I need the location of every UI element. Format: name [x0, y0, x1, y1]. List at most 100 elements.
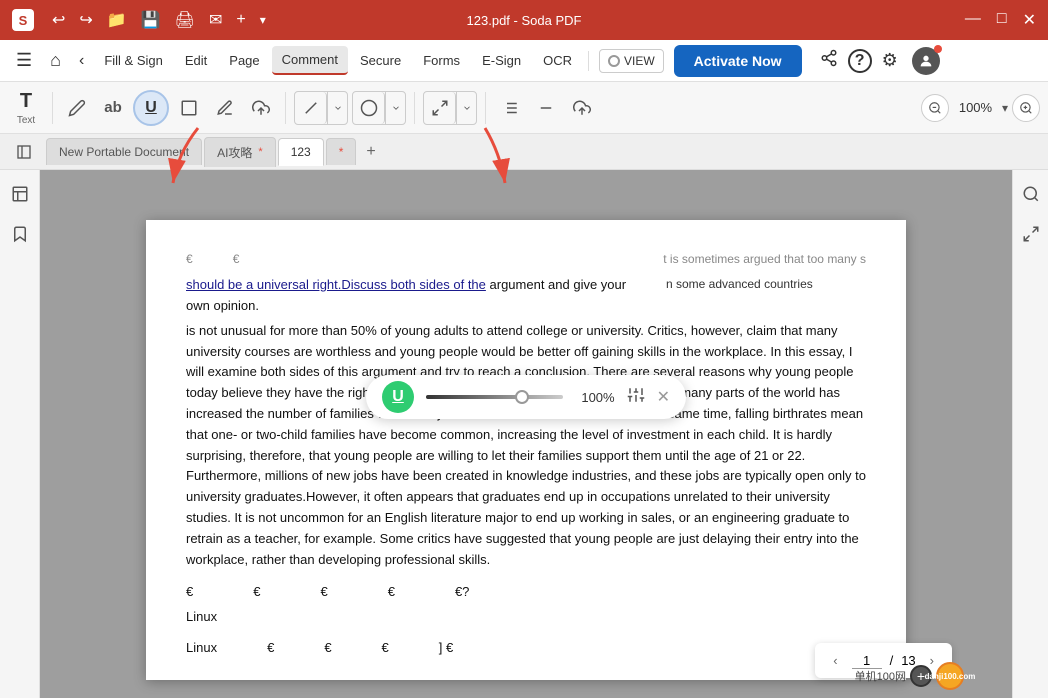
menu-forms[interactable]: Forms: [413, 47, 470, 74]
euro-8: €: [267, 638, 274, 659]
adjust-icon[interactable]: [627, 386, 645, 409]
tool-separator-4: [485, 92, 486, 124]
rectangle-tool[interactable]: [173, 92, 205, 124]
notification-badge: [934, 45, 942, 53]
shape-tool-expand[interactable]: [385, 92, 405, 124]
close-icon[interactable]: ✕: [1023, 10, 1036, 30]
line-tool-group: [294, 91, 348, 125]
expand-tool-expand[interactable]: [456, 92, 476, 124]
tab-ai[interactable]: AI攻略 *: [204, 137, 276, 167]
tab-123[interactable]: 123: [278, 138, 324, 166]
pdf-body-text: is not unusual for more than 50% of youn…: [186, 321, 866, 571]
open-icon[interactable]: 📁: [107, 10, 127, 30]
left-panel-bookmark[interactable]: [4, 218, 36, 250]
euro-1: €: [186, 250, 193, 269]
share-icon[interactable]: [812, 43, 846, 78]
zoom-out-button[interactable]: [921, 94, 949, 122]
menu-fill-sign[interactable]: Fill & Sign: [94, 47, 173, 74]
back-button[interactable]: ‹: [71, 46, 92, 76]
save-icon[interactable]: 💾: [141, 10, 161, 30]
tab-new-portable[interactable]: New Portable Document: [46, 138, 202, 165]
menu-bar: ☰ ⌂ ‹ Fill & Sign Edit Page Comment Secu…: [0, 40, 1048, 82]
underline-toolbar: U 100% ✕: [366, 375, 686, 419]
avatar[interactable]: [912, 47, 940, 75]
text-tool[interactable]: T Text: [8, 86, 44, 130]
pdf-linux-row: Linux € € € ] €: [186, 638, 866, 659]
tab-empty[interactable]: *: [326, 138, 357, 165]
panel-toggle-btn[interactable]: [8, 136, 40, 168]
zoom-controls: 100% ▾: [921, 94, 1040, 122]
title-text: 123.pdf - Soda PDF: [467, 13, 582, 28]
bottom-logo: 单机100网 + danji100.com: [855, 662, 964, 690]
redo-icon[interactable]: ↪: [79, 10, 92, 30]
hamburger-menu[interactable]: ☰: [8, 44, 40, 77]
opacity-slider[interactable]: [426, 395, 563, 399]
euro-3: €: [186, 582, 193, 603]
add-icon[interactable]: +: [236, 11, 245, 29]
text-comment-tool[interactable]: [494, 92, 526, 124]
underline-icon-label: U: [392, 388, 404, 406]
toolbar: T Text ab U: [0, 82, 1048, 134]
menu-secure[interactable]: Secure: [350, 47, 411, 74]
menu-esign[interactable]: E-Sign: [472, 47, 531, 74]
add-tab-button[interactable]: +: [358, 139, 383, 165]
slider-thumb: [515, 390, 529, 404]
euro-9: €: [324, 638, 331, 659]
activate-button[interactable]: Activate Now: [674, 45, 802, 77]
ellipse-tool[interactable]: [353, 92, 385, 124]
left-panel: [0, 170, 40, 698]
menu-ocr[interactable]: OCR: [533, 47, 582, 74]
euro-2: €: [233, 250, 240, 269]
expand-tool[interactable]: [424, 92, 456, 124]
undo-icon[interactable]: ↩: [52, 10, 65, 30]
underline-toolbar-close[interactable]: ✕: [657, 387, 670, 407]
email-icon[interactable]: ✉: [209, 10, 222, 30]
minimize-icon[interactable]: —: [965, 10, 981, 30]
menu-comment[interactable]: Comment: [272, 46, 348, 75]
app-icon: S: [12, 9, 34, 31]
zoom-in-button[interactable]: [1012, 94, 1040, 122]
pdf-header-row: € € t is sometimes argued that too many …: [186, 250, 866, 269]
euro-6: €: [388, 582, 395, 603]
tab-bar: New Portable Document AI攻略 * 123 * +: [0, 134, 1048, 170]
menu-page[interactable]: Page: [219, 47, 269, 74]
site-text: 单机100网: [855, 668, 906, 684]
print-icon[interactable]: 🖨: [175, 10, 195, 30]
view-toggle[interactable]: VIEW: [599, 49, 664, 73]
note-tool[interactable]: [530, 92, 562, 124]
line-tool-expand[interactable]: [327, 92, 347, 124]
left-panel-pages[interactable]: [4, 178, 36, 210]
pencil-tool[interactable]: [61, 92, 93, 124]
prev-page-button[interactable]: ‹: [827, 651, 843, 670]
expand-tool-group: [423, 91, 477, 125]
right-panel: [1012, 170, 1048, 698]
stamp-tool[interactable]: [245, 92, 277, 124]
text-icon: T: [20, 90, 32, 113]
right-panel-expand[interactable]: [1015, 218, 1047, 250]
underline-icon: U: [145, 99, 157, 117]
right-panel-search[interactable]: [1015, 178, 1047, 210]
bracket-euro: ] €: [439, 638, 453, 659]
highlight-tool[interactable]: [209, 92, 241, 124]
underline-color-btn[interactable]: U: [382, 381, 414, 413]
logo-circle[interactable]: danji100.com: [936, 662, 964, 690]
linux-2: Linux: [186, 638, 217, 659]
view-radio-icon: [608, 55, 620, 67]
dropdown-arrow-icon[interactable]: ▾: [260, 13, 266, 27]
home-button[interactable]: ⌂: [42, 44, 69, 77]
underline-tool[interactable]: U: [133, 90, 169, 126]
zoom-dropdown[interactable]: ▾: [1002, 101, 1008, 115]
tool-separator-2: [285, 92, 286, 124]
opacity-value: 100%: [575, 390, 615, 405]
strikethrough-tool[interactable]: ab: [97, 92, 129, 124]
tool-separator-1: [52, 92, 53, 124]
partial-text-right: t is sometimes argued that too many s: [663, 250, 866, 269]
pdf-side-text: n some advanced countries: [666, 275, 866, 317]
line-tool[interactable]: [295, 92, 327, 124]
euro-7: €?: [455, 582, 469, 603]
menu-edit[interactable]: Edit: [175, 47, 217, 74]
help-icon[interactable]: ?: [848, 49, 872, 73]
settings-icon[interactable]: ⚙: [874, 44, 906, 77]
maximize-icon[interactable]: □: [997, 10, 1007, 30]
attach-tool[interactable]: [566, 92, 598, 124]
